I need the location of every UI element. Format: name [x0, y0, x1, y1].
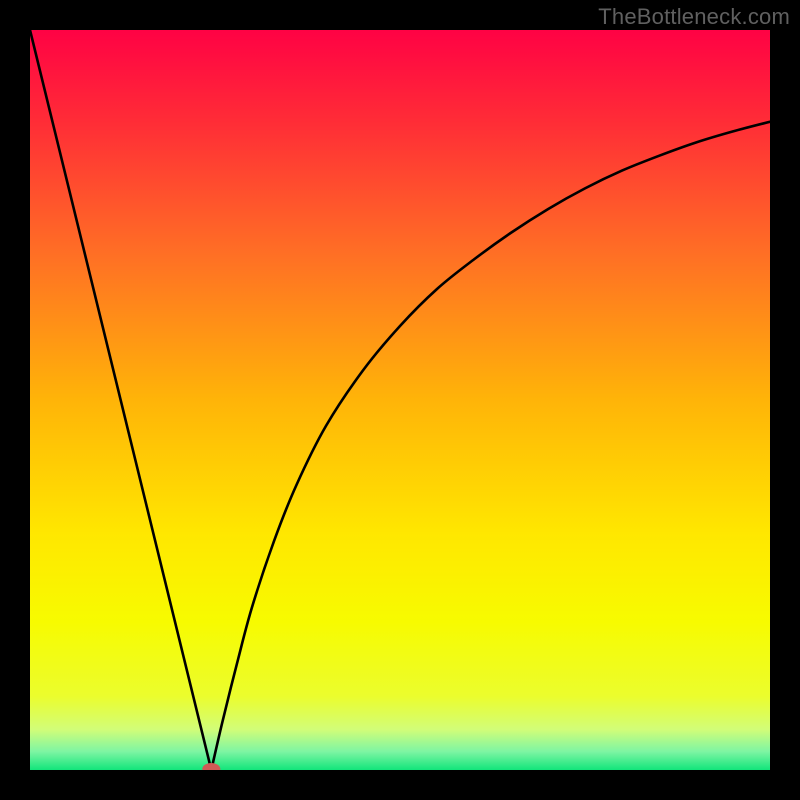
watermark-text: TheBottleneck.com — [598, 4, 790, 30]
plot-area — [30, 30, 770, 770]
gradient-background — [30, 30, 770, 770]
chart-frame: TheBottleneck.com — [0, 0, 800, 800]
bottleneck-chart — [30, 30, 770, 770]
